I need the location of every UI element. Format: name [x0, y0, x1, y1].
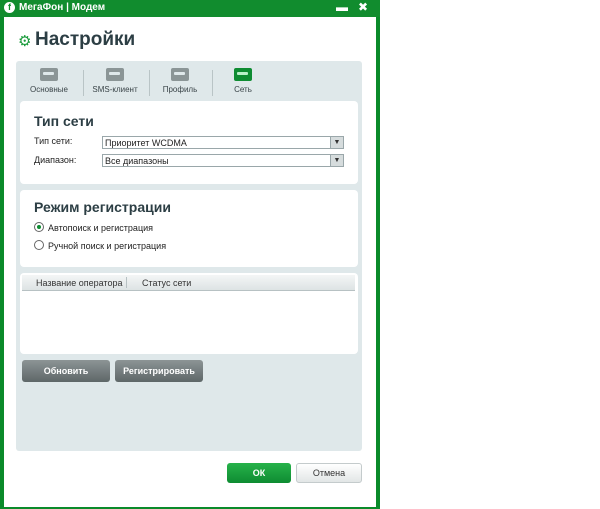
tab-divider	[212, 70, 213, 96]
minimize-button[interactable]: ▬	[333, 0, 351, 15]
megafon-logo-icon: f	[4, 2, 15, 13]
tab-divider	[83, 70, 84, 96]
sms-icon	[106, 68, 124, 81]
operators-table: Название оператора Статус сети	[20, 273, 358, 354]
register-button[interactable]: Регистрировать	[115, 360, 203, 382]
ok-button[interactable]: ОК	[227, 463, 291, 483]
network-type-heading: Тип сети	[34, 113, 94, 129]
column-header-status[interactable]: Статус сети	[142, 278, 191, 288]
close-button[interactable]: ✖	[354, 0, 372, 15]
tab-divider	[149, 70, 150, 96]
tab-label: Основные	[30, 85, 68, 94]
tab-profile[interactable]: Профиль	[151, 64, 209, 100]
tab-label: Профиль	[162, 85, 198, 94]
tab-sms-client[interactable]: SMS-клиент	[86, 64, 144, 100]
cancel-button[interactable]: Отмена	[296, 463, 362, 483]
tab-network[interactable]: Сеть	[214, 64, 272, 100]
network-type-select[interactable]: Приоритет WCDMA ▼	[102, 136, 344, 149]
range-label: Диапазон:	[34, 155, 77, 165]
title-bar: f МегаФон | Модем ▬ ✖	[0, 0, 380, 17]
tab-label: SMS-клиент	[92, 85, 138, 94]
table-header: Название оператора Статус сети	[22, 275, 355, 291]
window-title: МегаФон | Модем	[19, 2, 106, 13]
settings-panel: Основные SMS-клиент Профиль Сеть Тип сет…	[16, 61, 362, 451]
radio-button[interactable]	[34, 240, 44, 250]
network-type-section: Тип сети Тип сети: Приоритет WCDMA ▼ Диа…	[20, 101, 358, 184]
chevron-down-icon: ▼	[330, 155, 343, 166]
settings-content: ⚙ Настройки Основные SMS-клиент Профиль	[4, 17, 376, 507]
network-icon	[234, 68, 252, 81]
range-select[interactable]: Все диапазоны ▼	[102, 154, 344, 167]
profile-icon	[171, 68, 189, 81]
registration-heading: Режим регистрации	[34, 199, 171, 215]
app-window: f МегаФон | Модем ▬ ✖ ⚙ Настройки Основн…	[0, 0, 380, 509]
range-value: Все диапазоны	[105, 156, 169, 166]
radio-selected-dot	[37, 225, 41, 229]
radio-button[interactable]	[34, 222, 44, 232]
network-type-value: Приоритет WCDMA	[105, 138, 187, 148]
chevron-down-icon: ▼	[330, 137, 343, 148]
network-type-label: Тип сети:	[34, 136, 73, 146]
tab-label: Сеть	[234, 85, 252, 94]
refresh-button[interactable]: Обновить	[22, 360, 110, 382]
tab-general[interactable]: Основные	[20, 64, 78, 100]
registration-section: Режим регистрации Автопоиск и регистраци…	[20, 190, 358, 267]
radio-label: Автопоиск и регистрация	[48, 223, 153, 233]
radio-auto-search[interactable]: Автопоиск и регистрация	[34, 222, 153, 233]
key-icon	[40, 68, 58, 81]
page-title: Настройки	[35, 29, 136, 50]
column-divider	[126, 277, 127, 288]
column-header-operator[interactable]: Название оператора	[36, 278, 122, 288]
radio-label: Ручной поиск и регистрация	[48, 241, 167, 251]
gear-icon: ⚙	[18, 33, 32, 50]
settings-tabs: Основные SMS-клиент Профиль Сеть	[20, 64, 358, 100]
radio-manual-search[interactable]: Ручной поиск и регистрация	[34, 240, 166, 251]
